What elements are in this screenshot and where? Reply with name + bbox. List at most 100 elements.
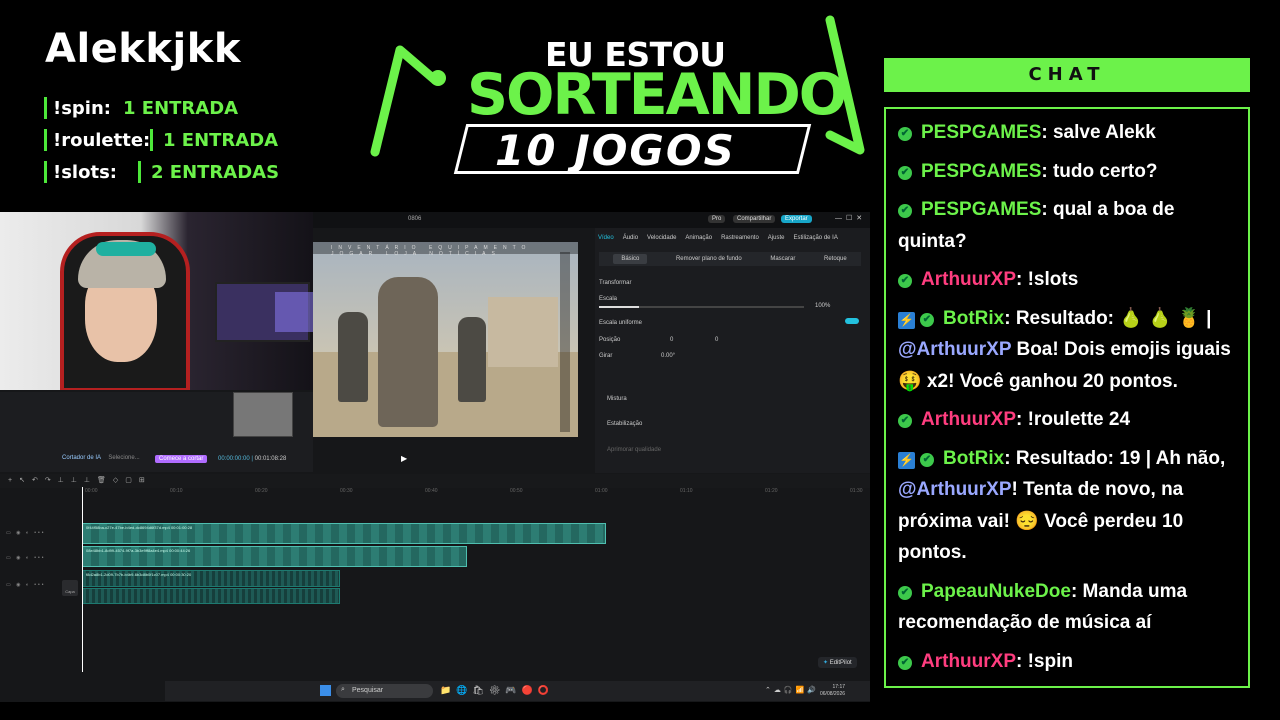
properties-tabs: Vídeo Áudio Velocidade Animação Rastream… <box>598 235 838 241</box>
improve-quality-label[interactable]: Aprimorar qualidade <box>607 447 661 453</box>
divider <box>150 129 153 151</box>
chat-username: PESPGAMES <box>921 199 1042 220</box>
position-y-input[interactable]: 0 <box>715 337 718 343</box>
chat-message: ⚡ ✔ BotRix: Resultado: 🍐 🍐 🍍 | @ArthuurXP … <box>898 303 1238 398</box>
giveaway-banner: EU ESTOU SORTEANDO 10 JOGOS <box>360 10 870 185</box>
timeline-audio-clip[interactable] <box>82 588 340 604</box>
subtab-mask[interactable]: Mascarar <box>770 256 795 262</box>
chat-text: : !spin <box>1016 650 1073 672</box>
share-button[interactable]: Compartilhar <box>733 215 776 223</box>
timeline-ruler[interactable]: 00:00 00:10 00:20 00:30 00:40 00:50 01:0… <box>82 488 863 500</box>
clock-time: 17:17 <box>832 684 846 690</box>
chat-username: PapeauNukeDoe <box>921 580 1071 602</box>
start-cut-button[interactable]: Comece a cortar <box>155 455 208 463</box>
uniform-scale-label: Escala uniforme <box>599 320 643 326</box>
pro-button[interactable]: Pro <box>708 215 726 223</box>
bot-badge-icon: ⚡ <box>898 311 915 329</box>
banner-line3: 10 JOGOS <box>495 126 736 175</box>
chat-username: PESPGAMES <box>921 160 1042 182</box>
scene-glasses <box>96 242 156 256</box>
blend-label[interactable]: Mistura <box>607 396 627 402</box>
timeline-clip[interactable]: 0f44f58ba-c27e-47be-b4ed-dc8694d6f37d.mp… <box>82 523 606 544</box>
tab-tracking[interactable]: Rastreamento <box>721 235 759 241</box>
scale-value[interactable]: 100% <box>815 303 830 309</box>
rotate-label: Girar <box>599 353 613 359</box>
export-button[interactable]: Exportar <box>781 215 812 223</box>
cover-button[interactable]: Capa <box>62 580 78 596</box>
sparkle-icon: ✦ <box>823 660 830 666</box>
search-icon: ⌕ <box>341 686 345 693</box>
tab-animation[interactable]: Animação <box>685 235 712 241</box>
select-dropdown[interactable]: Selecione... <box>108 455 139 461</box>
chat-username: ArthuurXP <box>921 409 1016 430</box>
command-list: !spin: 1 ENTRADA !roulette: 1 ENTRADA !s… <box>44 92 279 188</box>
command-name: !spin: <box>53 97 111 119</box>
ruler-mark: 01:10 <box>680 488 693 494</box>
scene-soldier <box>458 317 486 402</box>
window-controls[interactable]: —☐✕ <box>835 214 866 222</box>
timeline-clip[interactable]: 08e48bb1-8d99-4574-9f7a-3b3e9ff8a4e4.mp4… <box>82 546 467 567</box>
stabilize-label[interactable]: Estabilização <box>607 421 642 427</box>
subtab-basic[interactable]: Básico <box>613 254 648 264</box>
ruler-mark: 01:30 <box>850 488 863 494</box>
taskbar-search[interactable]: ⌕ Pesquisar <box>336 684 433 698</box>
tab-ai-style[interactable]: Estilização de IA <box>793 235 837 241</box>
tab-adjust[interactable]: Ajuste <box>768 235 785 241</box>
windows-start-icon[interactable] <box>320 685 331 696</box>
system-tray-icons[interactable]: ⌃☁🎧📶🔊 <box>765 686 819 694</box>
scene-building <box>488 297 558 367</box>
chat-text: : !slots <box>1016 269 1079 290</box>
scale-label: Escala <box>599 296 618 302</box>
scene-character <box>378 277 438 427</box>
verified-check-icon: ✔ <box>920 312 934 327</box>
verified-check-icon: ✔ <box>898 274 912 288</box>
scale-slider-fill <box>599 306 639 308</box>
webcam-feed <box>0 212 313 390</box>
track-controls[interactable]: ▭ ◉ ◐ ••• <box>6 582 46 588</box>
ruler-mark: 00:40 <box>425 488 438 494</box>
divider <box>44 161 47 183</box>
verified-check-icon: ✔ <box>898 585 912 600</box>
track-controls[interactable]: ▭ ◉ ◐ ••• <box>6 555 46 561</box>
timeline-tool-icons[interactable]: +↖↶↷⊥⊥⊥🗑◇▢⊞ <box>8 476 152 484</box>
game-menu: INVENTÁRIO EQUIPAMENTO JOGAR LOJA NOTÍCI… <box>313 242 578 257</box>
chat-text: : Resultado: 19 | Ah não, <box>1004 447 1226 469</box>
ruler-mark: 00:30 <box>340 488 353 494</box>
chat-message: ⚡ ✔ BotRix: Resultado: 19 | Ah não, @Arthu… <box>898 443 1238 569</box>
ruler-mark: 00:00 <box>85 488 98 494</box>
taskbar-app-icons[interactable]: 📁🌐🛍⚙🎮🔴⭕ <box>440 685 554 696</box>
play-icon[interactable]: ▶ <box>401 454 407 463</box>
command-value: 1 ENTRADA <box>123 97 239 119</box>
subtab-retouch[interactable]: Retoque <box>824 256 847 262</box>
tab-speed[interactable]: Velocidade <box>647 235 676 241</box>
taskbar-clock[interactable]: 17:17 06/08/2026 <box>820 684 845 698</box>
properties-subtabs: Básico Remover plano de fundo Mascarar R… <box>599 252 861 266</box>
chat-text: : tudo certo? <box>1041 160 1158 182</box>
chat-username: BotRix <box>943 307 1005 329</box>
timeline-toolbar[interactable]: +↖↶↷⊥⊥⊥🗑◇▢⊞ <box>0 474 870 488</box>
tab-audio[interactable]: Áudio <box>623 235 638 241</box>
video-preview[interactable]: INVENTÁRIO EQUIPAMENTO JOGAR LOJA NOTÍCI… <box>313 242 578 437</box>
properties-panel: Vídeo Áudio Velocidade Animação Rastream… <box>595 228 870 473</box>
media-thumbnail[interactable] <box>233 392 293 437</box>
position-x-input[interactable]: 0 <box>670 337 673 343</box>
chat-text: : salve Alekk <box>1041 122 1156 143</box>
timeline-audio-clip[interactable]: f8d2a8b1-2d09-7b7b-b4b9-6b3d8b0f1c07.mp4… <box>82 570 340 587</box>
chat-text: : !roulette 24 <box>1016 409 1131 430</box>
tab-video[interactable]: Vídeo <box>598 235 614 241</box>
windows-taskbar: ⌕ Pesquisar 📁🌐🛍⚙🎮🔴⭕ ⌃☁🎧📶🔊 17:17 06/08/20… <box>165 681 870 701</box>
chat-message: ✔ PESPGAMES: tudo certo? <box>898 156 1238 188</box>
divider <box>44 97 47 119</box>
rotate-input[interactable]: 0.00° <box>661 353 675 359</box>
chat-header: CHAT <box>884 58 1250 92</box>
subtab-remove-bg[interactable]: Remover plano de fundo <box>676 256 742 262</box>
verified-check-icon: ✔ <box>898 127 912 141</box>
divider <box>138 161 141 183</box>
track-controls[interactable]: ▭ ◉ ◐ ••• <box>6 530 46 536</box>
streamer-name: Alekkjkk <box>45 26 241 72</box>
uniform-scale-toggle[interactable] <box>845 318 859 324</box>
command-value: 1 ENTRADA <box>163 129 279 151</box>
editor-title: 0806 <box>408 216 422 222</box>
timeline-playhead[interactable] <box>82 487 83 672</box>
editpilot-button[interactable]: ✦ EditPilot <box>818 657 857 668</box>
